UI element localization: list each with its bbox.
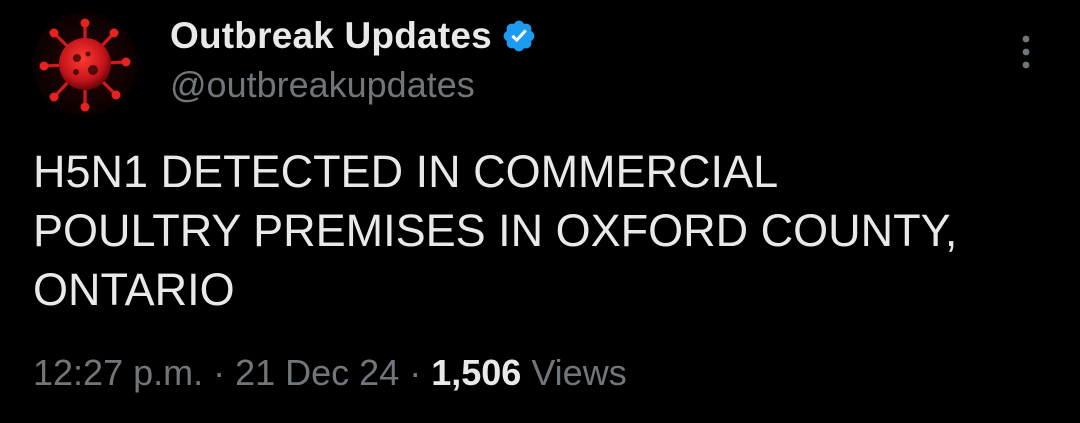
- verified-badge-icon[interactable]: [501, 18, 537, 54]
- virus-icon: [33, 12, 137, 116]
- author-row: Outbreak Updates: [170, 14, 537, 58]
- separator: ·: [213, 352, 226, 393]
- tweet-date[interactable]: 21 Dec 24: [235, 352, 399, 394]
- display-name[interactable]: Outbreak Updates: [170, 15, 492, 57]
- views-label[interactable]: Views: [531, 352, 626, 394]
- separator: ·: [409, 352, 422, 393]
- tweet-text: H5N1 DETECTED IN COMMERCIAL POULTRY PREM…: [33, 146, 958, 315]
- tweet-metadata: 12:27 p.m. · 21 Dec 24 · 1,506 Views: [33, 352, 627, 394]
- more-options-icon[interactable]: [1012, 30, 1040, 74]
- views-count[interactable]: 1,506: [431, 352, 521, 394]
- tweet[interactable]: Outbreak Updates @outbreakupdates H5N1 D…: [0, 0, 1080, 423]
- avatar[interactable]: [33, 12, 137, 116]
- tweet-time[interactable]: 12:27 p.m.: [33, 352, 203, 394]
- author-handle[interactable]: @outbreakupdates: [170, 64, 475, 106]
